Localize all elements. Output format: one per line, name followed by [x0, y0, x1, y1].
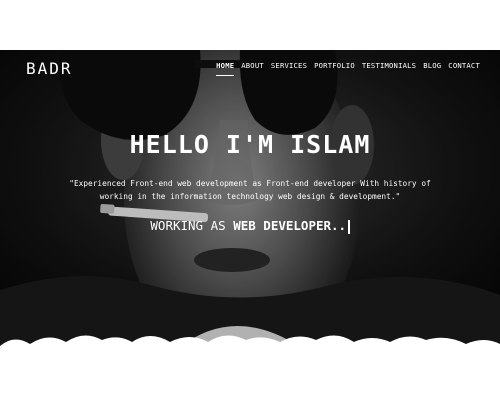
hero-quote: "Experienced Front-end web development a…	[55, 177, 445, 203]
hero-section: BADR HOME ABOUT SERVICES PORTFOLIO TESTI…	[0, 50, 500, 347]
hero-headline: HELLO I'M ISLAM	[129, 130, 371, 159]
typed-role-text: WORKING AS WEB DEVELOPER..	[0, 218, 500, 234]
nav-home[interactable]: HOME	[216, 61, 235, 76]
hero-quote-line-2: working in the information technology we…	[99, 192, 401, 201]
nav-testimonials[interactable]: TESTIMONIALS	[362, 61, 416, 74]
site-logo[interactable]: BADR	[26, 59, 73, 78]
main-nav: HOME ABOUT SERVICES PORTFOLIO TESTIMONIA…	[216, 61, 480, 76]
nav-services[interactable]: SERVICES	[271, 61, 307, 74]
nav-contact[interactable]: CONTACT	[448, 61, 480, 74]
typing-cursor	[348, 219, 350, 234]
typed-role: WEB DEVELOPER..	[233, 218, 347, 233]
hero-quote-line-1: "Experienced Front-end web development a…	[69, 179, 431, 188]
nav-about[interactable]: ABOUT	[241, 61, 264, 74]
nav-portfolio[interactable]: PORTFOLIO	[314, 61, 355, 74]
nav-blog[interactable]: BLOG	[423, 61, 441, 74]
typed-prefix: WORKING AS	[150, 218, 234, 233]
hero-bottom-wave	[0, 335, 500, 360]
